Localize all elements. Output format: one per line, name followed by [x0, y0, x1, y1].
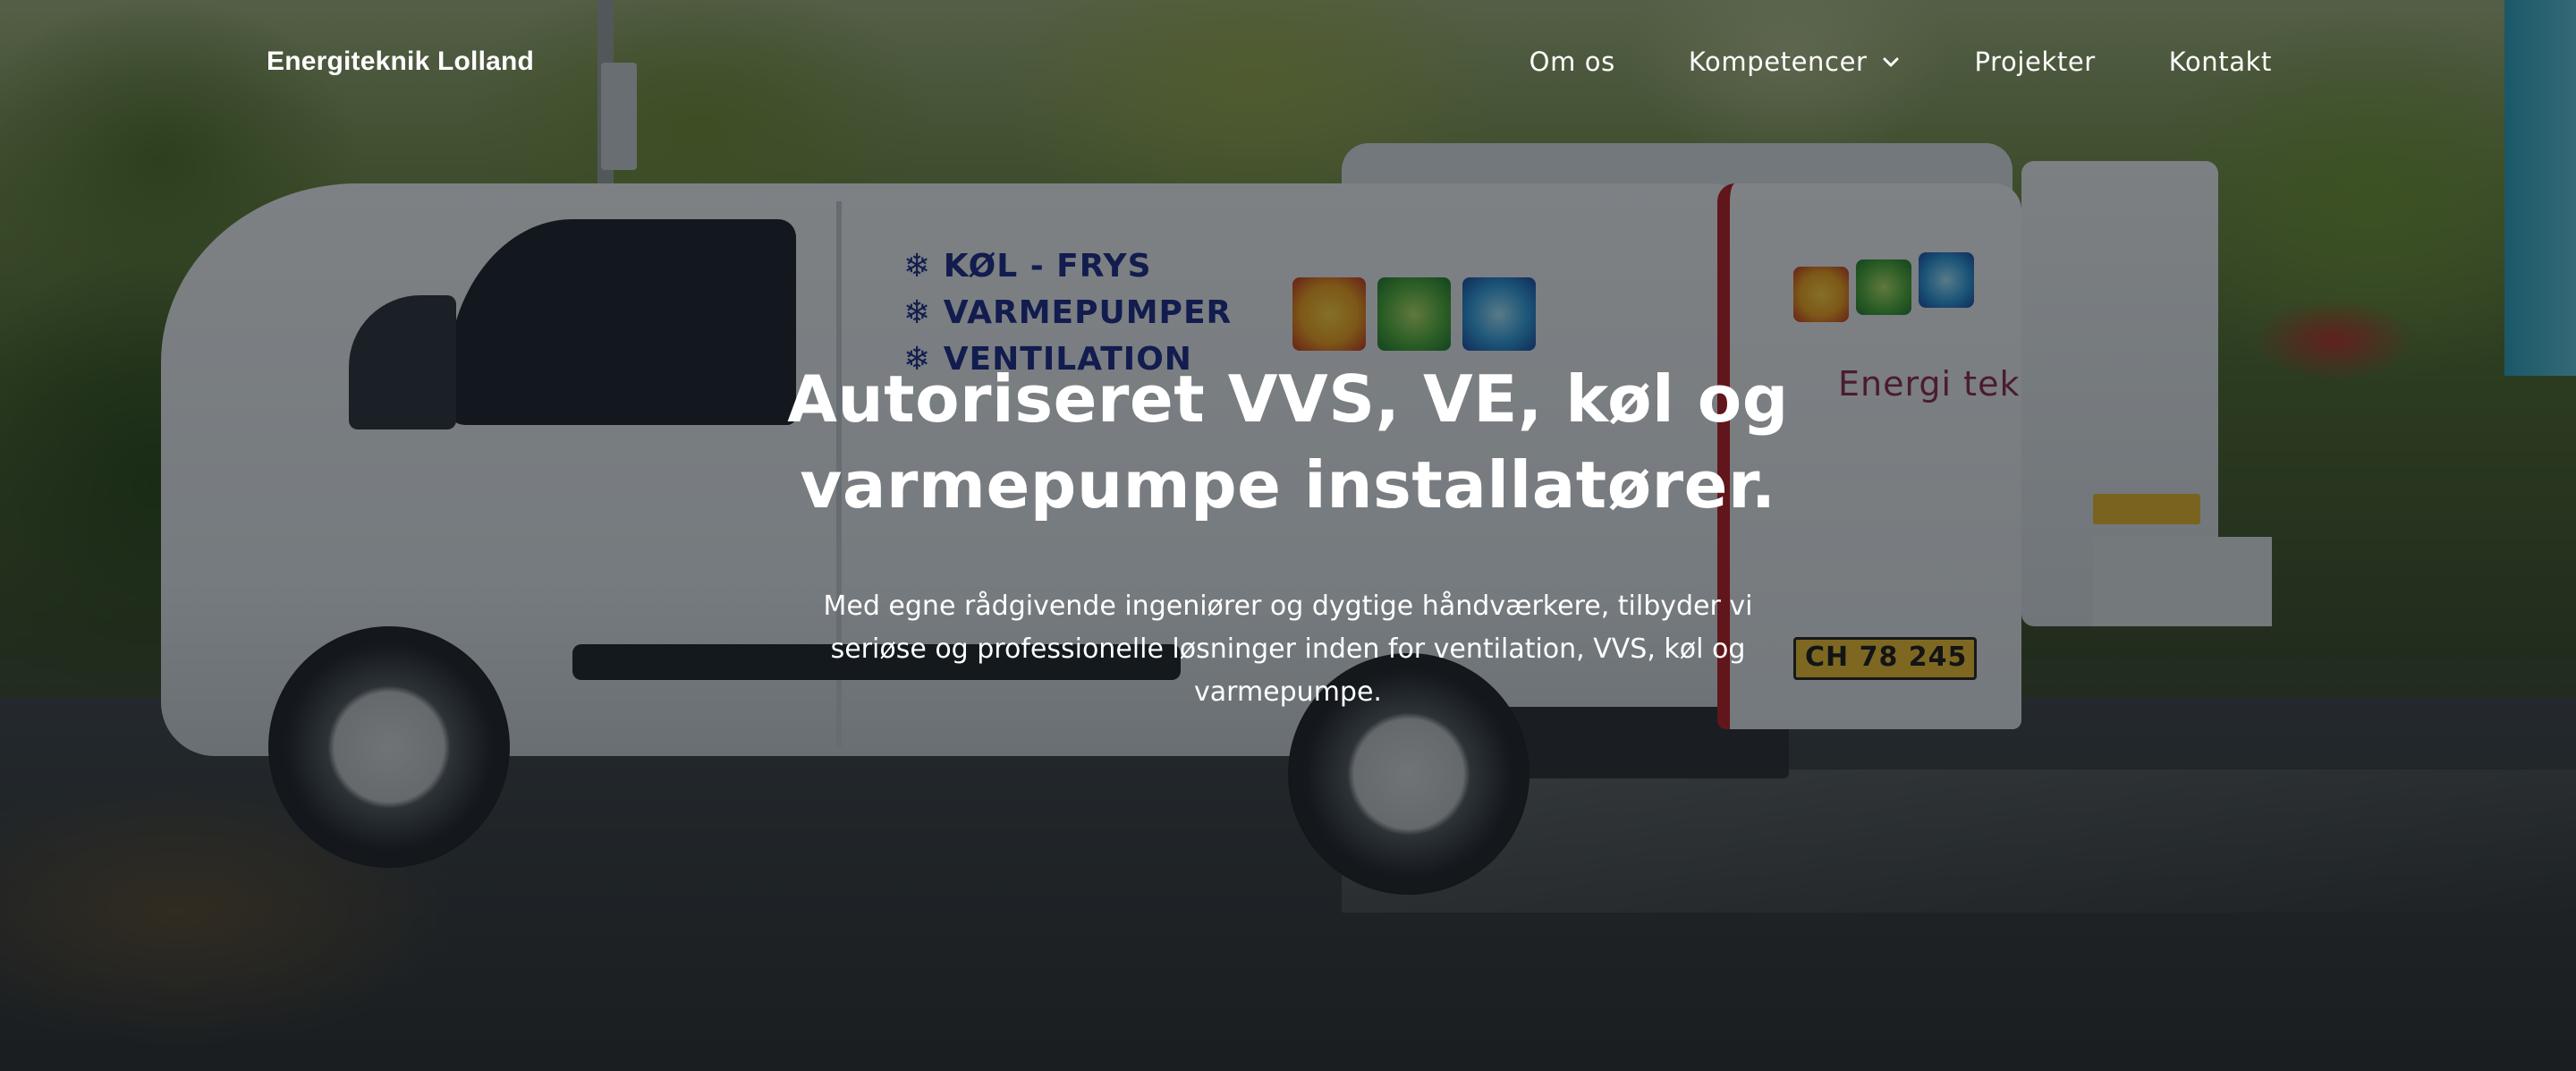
hero-subtitle: Med egne rådgivende ingeniører og dygtig…: [823, 591, 1753, 708]
nav-link-label: Projekter: [1974, 47, 2096, 77]
hero-title: Autoriseret VVS, VE, køl og varmepumpe i…: [751, 356, 1825, 528]
main-navigation: Om os Kompetencer Projekter Kontakt: [1530, 47, 2272, 77]
chevron-down-icon: [1880, 51, 1902, 72]
nav-link-kompetencer[interactable]: Kompetencer: [1689, 47, 1902, 77]
hero-title-line: Autoriseret VVS, VE, køl og: [787, 361, 1789, 437]
site-logo[interactable]: Energiteknik Lolland: [267, 47, 534, 77]
nav-link-projekter[interactable]: Projekter: [1975, 47, 2096, 77]
nav-link-kontakt[interactable]: Kontakt: [2169, 47, 2272, 77]
nav-link-label: Om os: [1529, 47, 1615, 77]
site-header: Energiteknik Lolland Om os Kompetencer P…: [0, 0, 2576, 134]
nav-link-om-os[interactable]: Om os: [1530, 47, 1615, 77]
nav-link-label: Kontakt: [2168, 47, 2272, 77]
nav-link-label: Kompetencer: [1688, 47, 1868, 77]
hero-section: ❄ KØL - FRYS ❄ VARMEPUMPER ❄ VENTILATION…: [0, 0, 2576, 1071]
hero-content: Autoriseret VVS, VE, køl og varmepumpe i…: [751, 356, 1825, 714]
hero-title-line: varmepumpe installatører.: [800, 447, 1776, 523]
